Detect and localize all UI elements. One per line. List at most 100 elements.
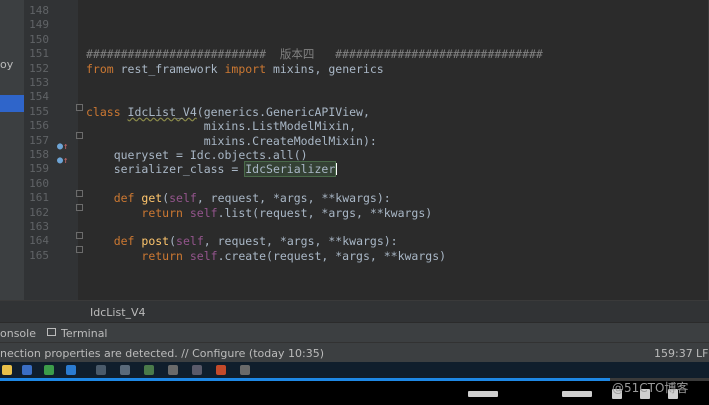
code-line[interactable]: def post(self, request, *args, **kwargs)… <box>86 234 398 248</box>
code-line[interactable]: mixins.ListModelMixin, <box>86 119 356 133</box>
line-number: 151 <box>29 47 49 61</box>
code-token: .create(request, *args, **kwargs) <box>217 248 447 263</box>
code-token: , request, *args, **kwargs): <box>203 234 398 249</box>
tab-console[interactable]: onsole <box>0 327 36 340</box>
code-line[interactable]: return self.create(request, *args, **kwa… <box>86 249 446 263</box>
line-number: 159 <box>29 162 49 176</box>
code-token: .list(request, *args, **kwargs) <box>217 205 433 220</box>
code-line[interactable]: class IdcList_V4(generics.GenericAPIView… <box>86 105 370 119</box>
line-number: 163 <box>29 220 49 233</box>
code-token: self <box>176 234 204 249</box>
line-separator[interactable]: LF <box>696 347 708 360</box>
taskbar <box>0 362 709 378</box>
line-number: 153 <box>29 76 49 89</box>
project-panel-label: oy <box>0 58 14 71</box>
fold-marker-post[interactable] <box>76 232 83 239</box>
watermark: @51CTO博客 <box>612 381 689 395</box>
quality-control[interactable] <box>562 391 592 397</box>
taskbar-app-icon[interactable] <box>216 365 226 375</box>
code-token: serializer_class = <box>86 162 246 177</box>
terminal-icon <box>47 328 56 336</box>
taskbar-folder-icon[interactable] <box>2 365 12 375</box>
tool-window-bar: onsole Terminal <box>0 322 709 343</box>
line-number: 154 <box>29 90 49 104</box>
fold-marker-get[interactable] <box>76 190 83 197</box>
override-icon[interactable]: ●↑ <box>57 141 68 153</box>
code-token: (generics.GenericAPIView, <box>196 104 370 119</box>
taskbar-app-icon[interactable] <box>144 365 154 375</box>
code-token: mixins.CreateModelMixin): <box>86 133 377 148</box>
line-number: 156 <box>29 119 49 133</box>
breadcrumb-bar: IdcList_V4 <box>0 300 709 323</box>
code-line[interactable]: from rest_framework import mixins, gener… <box>86 62 384 76</box>
line-number: 148 <box>29 4 49 17</box>
line-number: 164 <box>29 234 49 248</box>
taskbar-app-icon[interactable] <box>192 365 202 375</box>
line-number: 162 <box>29 205 49 219</box>
line-number: 152 <box>29 61 49 75</box>
video-player-controls <box>0 378 709 405</box>
code-token: self <box>189 205 218 220</box>
tab-terminal[interactable]: Terminal <box>61 327 108 340</box>
text-caret <box>336 163 338 176</box>
line-number: 161 <box>29 191 49 205</box>
override-icon[interactable]: ●↑ <box>57 155 68 167</box>
code-token: rest_framework <box>113 61 225 76</box>
breadcrumb[interactable]: IdcList_V4 <box>90 306 146 319</box>
taskbar-app-icon[interactable] <box>22 365 32 375</box>
line-number: 150 <box>29 32 49 46</box>
code-line[interactable]: ########################## 版本四 #########… <box>86 47 543 61</box>
code-line[interactable]: queryset = Idc.objects.all() <box>86 148 308 162</box>
code-token: def <box>113 191 142 206</box>
code-line[interactable]: return self.list(request, *args, **kwarg… <box>86 206 432 220</box>
code-line[interactable]: def get(self, request, *args, **kwargs): <box>86 191 391 205</box>
fold-marker-class-start[interactable] <box>76 104 83 111</box>
line-number: 160 <box>29 176 49 190</box>
taskbar-app-icon[interactable] <box>120 365 130 375</box>
code-token: mixins.ListModelMixin, <box>86 119 357 134</box>
caret-position[interactable]: 159:37 <box>654 347 693 360</box>
code-line[interactable]: mixins.CreateModelMixin): <box>86 134 377 148</box>
code-token: return <box>141 205 190 220</box>
code-token: def <box>113 234 142 249</box>
taskbar-app-icon[interactable] <box>168 365 178 375</box>
code-token: self <box>169 191 197 206</box>
taskbar-app-icon[interactable] <box>96 365 106 375</box>
project-panel-selected-item[interactable] <box>0 95 24 112</box>
taskbar-app-icon[interactable] <box>66 365 76 375</box>
code-token: get <box>141 191 163 206</box>
code-token: post <box>141 234 170 249</box>
code-token: , request, *args, **kwargs): <box>196 191 391 206</box>
line-number: 157 <box>29 133 49 147</box>
fold-marker-post-end[interactable] <box>76 246 83 253</box>
code-token: queryset = Idc.objects.all() <box>86 148 308 162</box>
status-message[interactable]: nection properties are detected. // Conf… <box>0 347 324 360</box>
playback-rate-control[interactable] <box>468 391 498 397</box>
status-bar: nection properties are detected. // Conf… <box>0 342 709 363</box>
code-token: ########################## 版本四 #########… <box>86 47 543 62</box>
code-token: from <box>86 61 114 76</box>
project-panel[interactable]: oy <box>0 0 24 320</box>
line-number: 158 <box>29 148 49 161</box>
fold-marker-get-end[interactable] <box>76 204 83 211</box>
code-token: return <box>141 248 190 263</box>
code-token: mixins, generics <box>266 61 384 76</box>
fold-marker-class-args[interactable] <box>76 132 83 139</box>
code-token: self <box>189 248 218 263</box>
taskbar-app-icon[interactable] <box>44 365 54 375</box>
code-token: IdcSerializer <box>244 161 337 178</box>
video-progress-fill <box>0 378 610 381</box>
line-number: 155 <box>29 104 49 118</box>
line-number: 165 <box>29 248 49 262</box>
code-line[interactable]: serializer_class = IdcSerializer <box>86 161 338 178</box>
code-token: import <box>224 61 267 76</box>
taskbar-app-icon[interactable] <box>240 365 250 375</box>
code-token: IdcList_V4 <box>127 104 197 119</box>
code-token: ( <box>169 234 177 249</box>
line-number: 149 <box>29 18 49 32</box>
code-token: class <box>86 104 128 119</box>
